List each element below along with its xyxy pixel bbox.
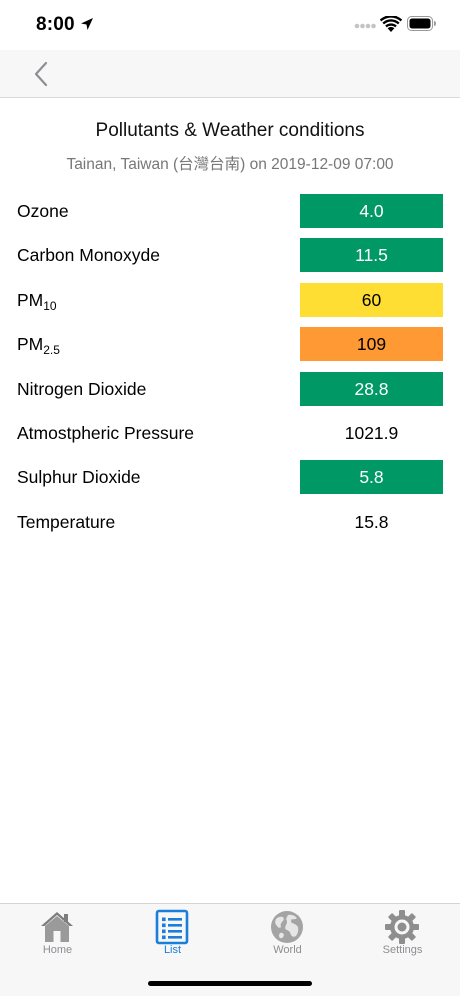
- row-label: Atmostpheric Pressure: [17, 422, 195, 443]
- house-icon: [41, 912, 73, 942]
- row-pm10: PM10 60: [0, 278, 460, 322]
- tab-world[interactable]: World: [230, 904, 345, 966]
- list-icon: [155, 909, 189, 945]
- row-value: 109: [300, 327, 443, 362]
- label-main: PM: [17, 334, 44, 355]
- location-arrow-icon: [81, 18, 93, 30]
- wifi-icon: [380, 16, 402, 32]
- tab-label: List: [163, 944, 182, 956]
- tab-label: Settings: [382, 944, 423, 956]
- page-title: Pollutants & Weather conditions: [95, 120, 365, 141]
- row-label: PM2.5: [17, 322, 60, 366]
- pollutant-list: Ozone 4.0 Carbon Monoxyde 11.5 PM10 60 P…: [0, 189, 460, 544]
- battery-icon: [407, 16, 436, 31]
- row-label: PM10: [17, 278, 57, 322]
- row-label: Sulphur Dioxide: [17, 467, 141, 488]
- row-label: Nitrogen Dioxide: [17, 378, 147, 399]
- tab-label: Home: [42, 944, 73, 956]
- row-value: 28.8: [300, 371, 443, 406]
- row-value: 1021.9: [344, 422, 399, 443]
- row-value: 4.0: [300, 194, 443, 228]
- back-button[interactable]: [26, 58, 56, 90]
- gear-icon: [385, 910, 419, 944]
- row-label: Temperature: [17, 511, 116, 532]
- location-timestamp: Tainan, Taiwan (台灣台南) on 2019-12-09 07:0…: [66, 156, 394, 173]
- label-main: PM: [17, 289, 44, 310]
- chevron-left-icon: [34, 61, 48, 87]
- status-bar: 8:00: [0, 0, 460, 50]
- row-nitrogen-dioxide: Nitrogen Dioxide 28.8: [0, 367, 460, 411]
- row-label: Ozone: [17, 201, 69, 221]
- row-ozone: Ozone 4.0: [0, 189, 460, 233]
- row-carbon-monoxyde: Carbon Monoxyde 11.5: [0, 233, 460, 277]
- label-subscript: 2.5: [43, 343, 60, 358]
- row-temperature: Temperature 15.8: [0, 500, 460, 544]
- label-subscript: 10: [43, 298, 57, 313]
- status-time: 8:00: [36, 14, 75, 35]
- tab-label: World: [273, 944, 302, 956]
- home-indicator[interactable]: [148, 981, 312, 986]
- row-value: 5.8: [300, 460, 443, 495]
- row-pm25: PM2.5 109: [0, 322, 460, 366]
- row-value: 11.5: [300, 238, 443, 273]
- globe-icon: [271, 911, 303, 943]
- cellular-signal-icon: [354, 23, 376, 29]
- tab-home[interactable]: Home: [0, 904, 115, 966]
- tab-settings[interactable]: Settings: [345, 904, 460, 966]
- tab-list[interactable]: List: [115, 904, 230, 966]
- row-value: 15.8: [354, 511, 389, 532]
- row-label: Carbon Monoxyde: [17, 245, 160, 266]
- row-value: 60: [300, 282, 443, 317]
- row-sulphur-dioxide: Sulphur Dioxide 5.8: [0, 455, 460, 499]
- navigation-bar: [0, 50, 460, 98]
- row-atmospheric-pressure: Atmostpheric Pressure 1021.9: [0, 411, 460, 455]
